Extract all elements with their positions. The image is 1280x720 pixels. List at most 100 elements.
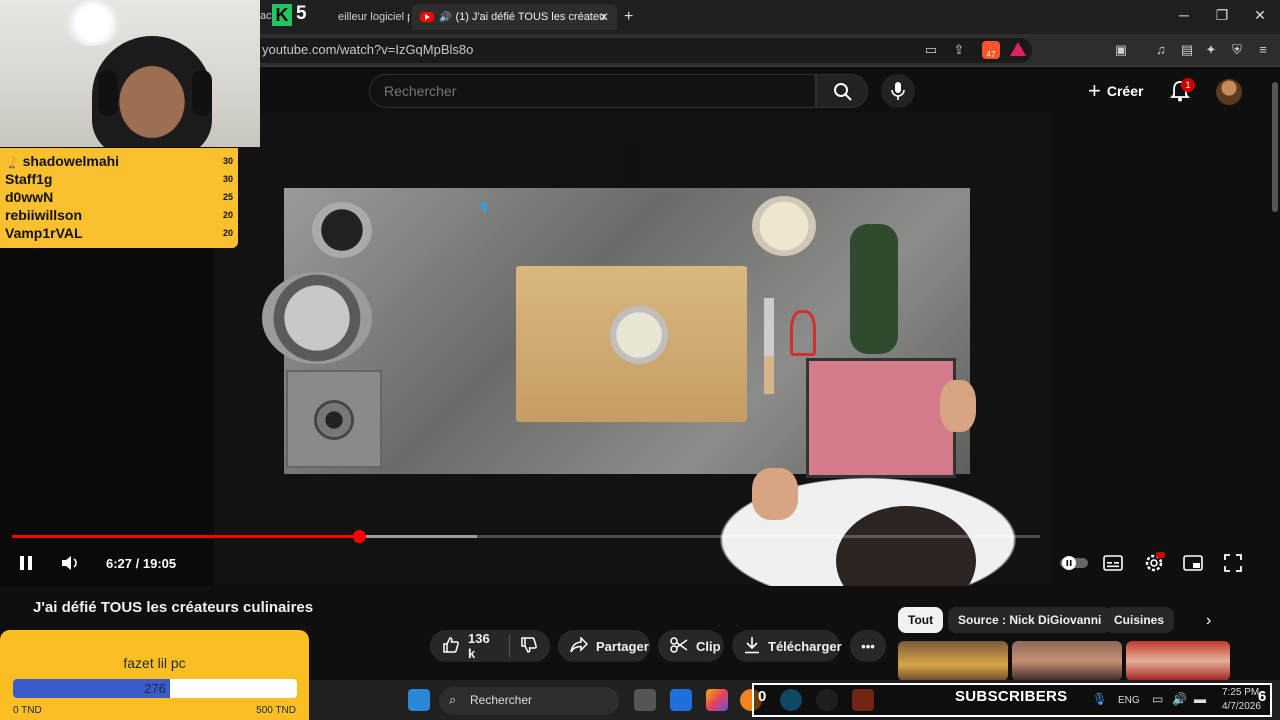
brave-shield-icon[interactable]: 47 [982, 41, 1000, 59]
tab-counter: 5 [296, 3, 307, 24]
leaderboard-name: rebiiwillson [5, 207, 83, 223]
account-avatar[interactable] [1216, 79, 1242, 105]
like-button[interactable] [442, 636, 460, 657]
leaderboard-score: 30 [222, 156, 233, 166]
goal-progress-bar: 276 [13, 679, 297, 698]
cast-icon[interactable]: ▭ [922, 42, 940, 58]
autoplay-toggle-icon [1060, 556, 1088, 570]
download-button[interactable]: Télécharger [732, 630, 842, 662]
microphone-tray-icon[interactable]: 🎙 [1092, 692, 1107, 706]
minimize-button[interactable]: ─ [1174, 7, 1194, 23]
goal-title: fazet lil pc [123, 655, 186, 671]
share-icon [570, 635, 589, 656]
download-icon [744, 636, 760, 657]
pause-button[interactable] [18, 552, 34, 574]
share-button[interactable]: Partager [558, 630, 650, 662]
media-icon[interactable]: ♫ [1152, 42, 1170, 57]
video-hand [752, 468, 798, 520]
like-divider [509, 635, 510, 657]
brave-rewards-icon[interactable] [1010, 42, 1026, 56]
leaderboard-name: d0wwN [5, 189, 54, 205]
close-window-button[interactable]: ✕ [1250, 7, 1270, 24]
page-scrollbar[interactable] [1270, 68, 1280, 680]
search-box [369, 74, 816, 108]
chip-all[interactable]: Tout [898, 607, 944, 633]
seek-bar[interactable] [12, 530, 1040, 543]
video-scissors [790, 310, 816, 356]
subtitles-icon [1103, 555, 1123, 571]
recommended-thumbnail[interactable] [898, 641, 1008, 681]
share-label: Partager [596, 638, 649, 654]
clock-date[interactable]: 4/7/2026 [1222, 701, 1261, 712]
video-small-bowl [752, 196, 816, 256]
video-bottle [850, 224, 898, 354]
close-tab-icon[interactable]: ✕ [599, 10, 609, 24]
clock-time[interactable]: 7:25 PM [1222, 687, 1259, 698]
maximize-button[interactable]: ❐ [1212, 7, 1232, 24]
leaderboard-score: 20 [222, 228, 233, 238]
like-count: 136 k [468, 631, 490, 661]
fullscreen-button[interactable] [1224, 552, 1242, 574]
video-pan [262, 272, 372, 364]
headset-icon [192, 70, 212, 116]
leaderboard-name: Staff1g [5, 171, 53, 187]
speaker-tray-icon[interactable]: 🔊 [1172, 692, 1187, 706]
keyboard-language[interactable]: ENG [1118, 695, 1140, 706]
speaker-icon: 🔊 [439, 11, 452, 23]
battery-icon[interactable]: ▬ [1194, 692, 1206, 706]
more-actions-button[interactable]: ••• [850, 630, 886, 662]
dislike-button[interactable] [520, 636, 538, 657]
tab-inactive[interactable]: eilleur logiciel pour [330, 4, 410, 30]
settings-button[interactable] [1143, 552, 1165, 574]
notification-badge: 1 [1181, 78, 1195, 92]
like-dislike-group: 136 k [430, 630, 550, 662]
scrollbar-thumb[interactable] [1272, 82, 1278, 212]
kick-logo-icon: K [272, 4, 292, 26]
chip-source[interactable]: Source : Nick DiGiovanni [948, 607, 1112, 633]
network-icon[interactable]: ▭ [1152, 692, 1163, 706]
share-page-icon[interactable]: ⇪ [950, 42, 968, 58]
task-view-icon[interactable] [634, 689, 656, 711]
tab-active[interactable]: 🔊 (1) J'ai défié TOUS les créateu ✕ [412, 4, 617, 30]
webcam-overlay [0, 0, 260, 147]
clip-button[interactable]: Clip [658, 630, 724, 662]
leaderboard-name: 🏆 shadowelmahi [5, 153, 120, 169]
video-camera-rig [620, 142, 646, 194]
wallet-icon[interactable]: ▤ [1178, 42, 1196, 58]
goal-min-label: 0 TND [13, 705, 42, 716]
goal-current-value: 276 [144, 681, 166, 696]
volume-button[interactable] [60, 552, 80, 574]
pause-icon [20, 556, 32, 570]
vpn-icon[interactable]: ⛨ [1228, 42, 1246, 58]
video-knife [764, 298, 774, 394]
leo-icon[interactable]: ✦ [1202, 42, 1220, 58]
leaderboard-score: 30 [222, 174, 233, 184]
app-icon[interactable] [670, 689, 692, 711]
theater-mode-button[interactable] [1183, 552, 1203, 574]
fullscreen-icon [1224, 554, 1242, 572]
recommended-thumbnail[interactable] [1012, 641, 1122, 681]
chip-cuisines[interactable]: Cuisines [1104, 607, 1175, 633]
webcam-ceiling-lamp [58, 0, 128, 46]
windows-start-icon[interactable] [408, 689, 430, 711]
thumbs-down-icon [521, 636, 537, 653]
search-button[interactable] [816, 74, 868, 108]
search-input[interactable] [384, 83, 804, 99]
autoplay-toggle[interactable] [1060, 552, 1088, 574]
copilot-icon[interactable] [706, 689, 728, 711]
menu-icon[interactable]: ≡ [1254, 42, 1272, 57]
search-icon [834, 83, 852, 101]
plus-icon: + [1088, 78, 1101, 103]
youtube-favicon-icon [420, 12, 434, 22]
taskbar-search-label: Rechercher [470, 693, 533, 707]
create-button[interactable]: + Créer [1088, 78, 1143, 104]
subtitles-button[interactable] [1103, 552, 1123, 574]
thumbs-up-icon [443, 636, 459, 653]
reader-mode-icon[interactable]: ▣ [1112, 42, 1130, 58]
chevron-right-icon[interactable]: › [1206, 612, 1211, 630]
subscribers-count-left: 0 [758, 688, 767, 705]
recommended-thumbnail[interactable] [1126, 641, 1230, 681]
headset-icon [98, 70, 118, 116]
voice-search-button[interactable] [881, 74, 915, 108]
new-tab-button[interactable]: + [624, 8, 633, 26]
